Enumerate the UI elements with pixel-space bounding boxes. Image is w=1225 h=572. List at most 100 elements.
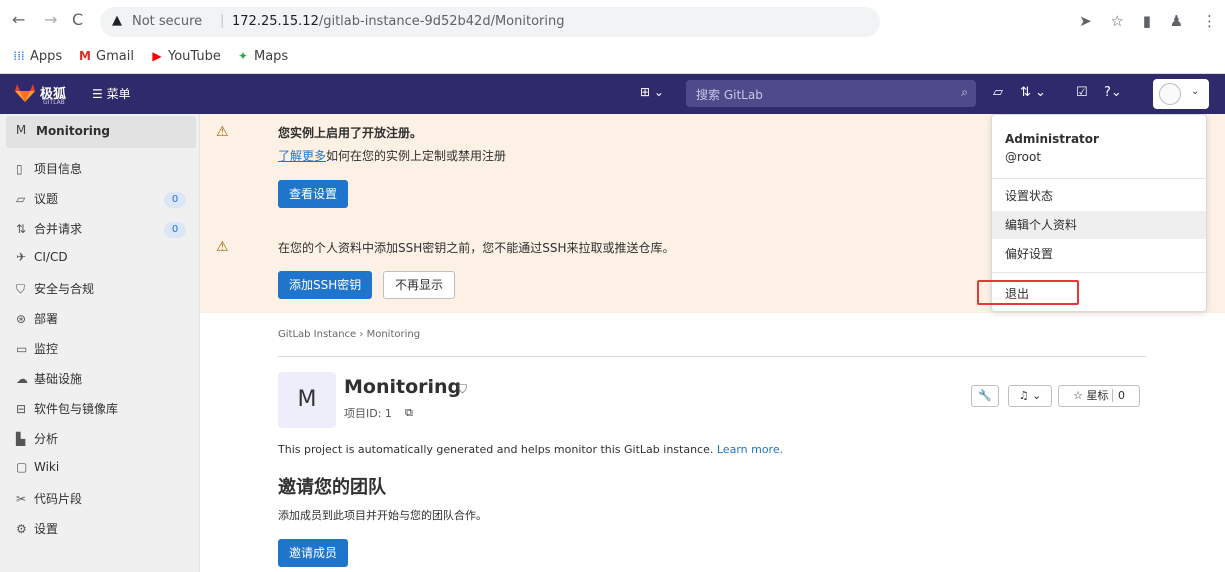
chevron-down-icon: ⌄ xyxy=(1191,86,1200,97)
merge-request-icon: ⇅ xyxy=(16,222,27,236)
sidebar-item-issues[interactable]: ▱ 议题 xyxy=(16,190,58,214)
breadcrumb-separator: › xyxy=(359,329,364,340)
address-row: ← → C ▲ Not secure | 172.25.15.12/gitlab… xyxy=(0,0,1225,44)
warning-icon: ▲ xyxy=(112,13,122,28)
gitlab-logo-icon[interactable] xyxy=(14,82,36,104)
learn-more-link[interactable]: Learn more. xyxy=(717,443,783,456)
project-id: 项目ID: 1 xyxy=(344,407,392,420)
browser-actions: ➤ ☆ ▮ ♟ ⋮ xyxy=(1065,12,1217,30)
edit-profile-item[interactable]: 编辑个人资料 xyxy=(992,211,1206,239)
reload-icon[interactable]: C xyxy=(72,10,83,29)
bell-icon: ♫ xyxy=(1018,389,1029,402)
open-registration-title: 您实例上启用了开放注册。 xyxy=(278,126,423,140)
star-button[interactable]: ☆ 星标 0 xyxy=(1058,385,1140,407)
more-icon[interactable]: ⋮ xyxy=(1202,12,1217,30)
learn-more-link[interactable]: 了解更多 xyxy=(278,149,326,163)
menu-divider xyxy=(992,272,1206,273)
shield-icon: ⛉ xyxy=(16,282,26,296)
sidebar-item-settings[interactable]: ⚙ 设置 xyxy=(16,520,58,544)
sidebar-item-cicd[interactable]: ✈ CI/CD xyxy=(16,250,68,274)
help-icon[interactable]: ?⌄ xyxy=(1104,85,1122,100)
star-icon: ☆ xyxy=(1073,389,1083,402)
bookmark-gmail[interactable]: M Gmail xyxy=(78,49,134,64)
bookmark-maps[interactable]: ✦ Maps xyxy=(236,49,288,64)
project-sidebar: M Monitoring ▯ 项目信息 ▱ 议题 0 ⇅ 合并请求 0 ✈ CI/CD … xyxy=(0,114,200,572)
issues-icon: ▱ xyxy=(16,192,26,206)
wrench-icon: 🔧 xyxy=(978,389,992,402)
new-dropdown-button[interactable]: ⊞ ⌄ xyxy=(640,85,664,99)
dont-show-again-button[interactable]: 不再显示 xyxy=(383,271,456,299)
invite-members-button[interactable]: 邀请成员 xyxy=(278,539,349,567)
cloud-icon: ☁ xyxy=(16,372,28,386)
sidebar-item-analytics[interactable]: ▙ 分析 xyxy=(16,430,58,454)
menu-button[interactable]: ☰ 菜单 xyxy=(92,85,131,102)
sidebar-project-header[interactable]: M Monitoring xyxy=(6,116,196,148)
sidebar-item-infrastructure[interactable]: ☁ 基础设施 xyxy=(16,370,82,394)
not-secure-label: Not secure xyxy=(132,14,203,29)
open-registration-text: 了解更多如何在您的实例上定制或禁用注册 xyxy=(278,149,507,163)
share-icon[interactable]: ➤ xyxy=(1079,12,1092,30)
monitor-icon: ▭ xyxy=(16,342,28,356)
address-bar[interactable]: ▲ Not secure | 172.25.15.12/gitlab-insta… xyxy=(100,7,880,37)
package-icon: ⊟ xyxy=(16,402,27,416)
deploy-icon: ⊛ xyxy=(16,312,27,326)
sidebar-item-snippets[interactable]: ✂ 代码片段 xyxy=(16,490,82,514)
browser-chrome: ← → C ▲ Not secure | 172.25.15.12/gitlab… xyxy=(0,0,1225,74)
sidebar-item-monitor[interactable]: ▭ 监控 xyxy=(16,340,58,364)
user-username[interactable]: @root xyxy=(1005,150,1041,164)
sidebar-item-deployments[interactable]: ⊛ 部署 xyxy=(16,310,58,334)
star-icon[interactable]: ☆ xyxy=(1110,12,1123,30)
gmail-icon: M xyxy=(79,49,91,63)
info-icon: ▯ xyxy=(16,162,23,176)
sidebar-item-wiki[interactable]: ▢ Wiki xyxy=(16,460,59,484)
project-avatar: M xyxy=(15,123,27,137)
rocket-icon: ✈ xyxy=(16,250,27,264)
highlight-box xyxy=(977,280,1079,305)
breadcrumb: GitLab Instance › Monitoring xyxy=(278,329,420,340)
view-settings-button[interactable]: 查看设置 xyxy=(278,180,349,208)
back-icon[interactable]: ← xyxy=(12,10,25,29)
separator: | xyxy=(220,13,225,28)
apps-grid-icon: ⁞⁞⁞ xyxy=(13,49,25,63)
hamburger-icon: ☰ xyxy=(92,87,103,101)
copy-icon[interactable]: ⧉ xyxy=(405,406,413,420)
logo-subtext: GITLAB xyxy=(43,99,65,106)
sidebar-item-merge-requests[interactable]: ⇅ 合并请求 xyxy=(16,220,82,244)
sidebar-project-name: Monitoring xyxy=(36,124,110,138)
bookmarks-bar: ⁞⁞⁞ Apps M Gmail ▶ YouTube ✦ Maps xyxy=(0,44,1225,72)
merge-requests-nav-icon[interactable]: ⇅ ⌄ xyxy=(1020,85,1046,100)
notification-button[interactable]: ♫ ⌄ xyxy=(1008,385,1052,407)
user-menu-button[interactable]: ⌄ xyxy=(1153,79,1209,109)
set-status-item[interactable]: 设置状态 xyxy=(992,182,1206,210)
sidebar-item-project-info[interactable]: ▯ 项目信息 xyxy=(16,160,82,184)
forward-icon[interactable]: → xyxy=(44,10,57,29)
warning-icon: ⚠ xyxy=(216,239,229,255)
chevron-down-icon: ⌄ xyxy=(653,85,664,99)
profile-icon[interactable]: ♟ xyxy=(1170,12,1183,30)
search-input[interactable]: 搜索 GitLab ⌕ xyxy=(686,80,976,107)
visibility-shield-icon: ⛉ xyxy=(458,382,468,396)
search-placeholder: 搜索 GitLab xyxy=(696,88,763,102)
bookmark-youtube[interactable]: ▶ YouTube xyxy=(150,49,221,64)
todos-nav-icon[interactable]: ☑ xyxy=(1076,85,1088,100)
sidebar-item-security[interactable]: ⛉ 安全与合规 xyxy=(16,280,94,304)
issues-nav-icon[interactable]: ▱ xyxy=(993,85,1003,100)
maps-icon: ✦ xyxy=(237,49,249,63)
chart-icon: ▙ xyxy=(16,432,26,446)
breadcrumb-current[interactable]: Monitoring xyxy=(367,329,420,340)
user-full-name[interactable]: Administrator xyxy=(1005,132,1099,146)
ssh-key-message: 在您的个人资料中添加SSH密钥之前，您不能通过SSH来拉取或推送仓库。 xyxy=(278,241,675,255)
url-text: 172.25.15.12/gitlab-instance-9d52b42d/Mo… xyxy=(232,14,565,29)
add-ssh-key-button[interactable]: 添加SSH密钥 xyxy=(278,271,373,299)
project-title: Monitoring xyxy=(344,376,462,398)
breadcrumb-root[interactable]: GitLab Instance xyxy=(278,329,356,340)
project-description: This project is automatically generated … xyxy=(278,443,784,456)
tab-icon[interactable]: ▮ xyxy=(1143,12,1151,30)
sidebar-item-packages[interactable]: ⊟ 软件包与镜像库 xyxy=(16,400,118,424)
admin-wrench-button[interactable]: 🔧 xyxy=(971,385,999,407)
search-icon: ⌕ xyxy=(961,85,968,99)
warning-icon: ⚠ xyxy=(216,124,229,140)
bookmark-apps[interactable]: ⁞⁞⁞ Apps xyxy=(12,49,62,64)
chevron-down-icon: ⌄ xyxy=(1032,389,1042,402)
preferences-item[interactable]: 偏好设置 xyxy=(992,240,1206,268)
